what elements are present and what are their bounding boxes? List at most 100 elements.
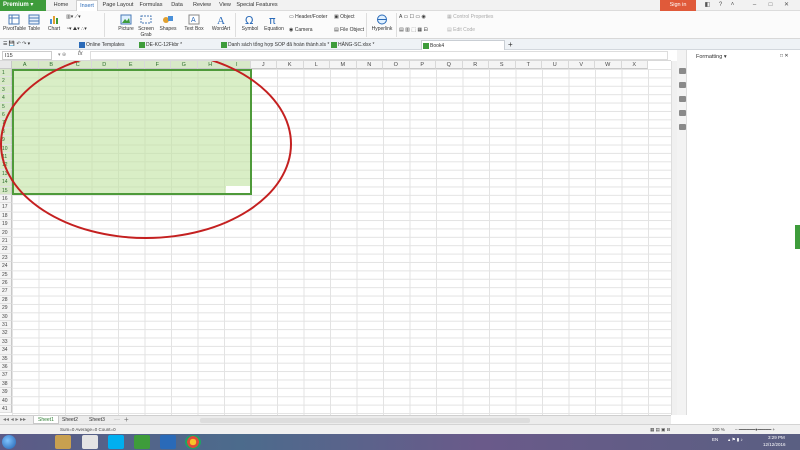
doc-tab-book4[interactable]: Book4 bbox=[421, 40, 505, 50]
row-header-36[interactable]: 36 bbox=[0, 363, 12, 372]
row-header-25[interactable]: 25 bbox=[0, 270, 12, 279]
shapes-button[interactable]: Shapes bbox=[158, 14, 178, 32]
camera-button[interactable]: ◉ Camera bbox=[289, 27, 313, 33]
sheet-more-button[interactable]: ··· bbox=[114, 416, 120, 424]
text-box-button[interactable]: A Text Box bbox=[183, 14, 205, 32]
row-header-20[interactable]: 20 bbox=[0, 228, 12, 237]
premium-menu-button[interactable]: Premium ▾ bbox=[0, 0, 46, 11]
row-header-1[interactable]: 1 bbox=[0, 69, 12, 78]
column-header-a[interactable]: A bbox=[12, 61, 39, 69]
row-header-29[interactable]: 29 bbox=[0, 304, 12, 313]
object-button[interactable]: ▣ Object bbox=[334, 14, 355, 20]
form-controls-row-2[interactable]: ▤ ▥ ⬚ ▦ ⊟ bbox=[399, 27, 428, 33]
row-header-34[interactable]: 34 bbox=[0, 346, 12, 355]
tab-formulas[interactable]: Formulas bbox=[138, 0, 164, 11]
column-header-p[interactable]: P bbox=[409, 61, 436, 69]
row-header-3[interactable]: 3 bbox=[0, 85, 12, 95]
tab-view[interactable]: View bbox=[216, 0, 234, 11]
maximize-icon[interactable]: □ bbox=[766, 1, 775, 10]
equation-button[interactable]: π Equation bbox=[263, 14, 285, 32]
row-header-21[interactable]: 21 bbox=[0, 237, 12, 246]
clock-time[interactable]: 3:29 PM bbox=[768, 435, 785, 440]
clock-date[interactable]: 12/12/2016 bbox=[763, 442, 786, 447]
fx-icon[interactable]: fx bbox=[78, 51, 83, 57]
column-header-q[interactable]: Q bbox=[436, 61, 463, 69]
row-header-41[interactable]: 41 bbox=[0, 405, 12, 414]
formula-tools[interactable]: ▾ ⊕ bbox=[58, 52, 66, 58]
row-header-22[interactable]: 22 bbox=[0, 245, 12, 254]
row-header-32[interactable]: 32 bbox=[0, 329, 12, 338]
column-header-u[interactable]: U bbox=[542, 61, 569, 69]
row-header-27[interactable]: 27 bbox=[0, 287, 12, 296]
tab-home[interactable]: Home bbox=[50, 0, 72, 11]
tray-icons[interactable]: ▴ ⚑ ▮ ♪ bbox=[728, 437, 743, 443]
chart-button[interactable]: Chart bbox=[47, 14, 61, 32]
row-header-23[interactable]: 23 bbox=[0, 253, 12, 263]
chevron-up-icon[interactable]: ˄ bbox=[728, 1, 737, 10]
row-header-40[interactable]: 40 bbox=[0, 396, 12, 405]
wps-writer-taskbar-icon[interactable] bbox=[160, 435, 176, 449]
row-header-17[interactable]: 17 bbox=[0, 203, 12, 212]
column-header-l[interactable]: L bbox=[303, 61, 330, 69]
chrome-taskbar-icon[interactable] bbox=[185, 435, 201, 449]
screen-grab-button[interactable]: Screen Grab bbox=[137, 14, 155, 38]
select-icon[interactable] bbox=[679, 82, 686, 88]
online-templates-tab[interactable]: Online Templates bbox=[78, 40, 138, 50]
horizontal-scrollbar[interactable] bbox=[200, 418, 530, 423]
formatting-icon[interactable] bbox=[679, 96, 686, 102]
column-header-n[interactable]: N bbox=[356, 61, 383, 69]
start-button[interactable] bbox=[2, 435, 16, 449]
skype-taskbar-icon[interactable] bbox=[108, 435, 124, 449]
picture-button[interactable]: Picture bbox=[117, 14, 135, 32]
header-footer-button[interactable]: ▭ Header/Footer bbox=[289, 14, 327, 20]
sheet-tab-sheet3[interactable]: Sheet3 bbox=[85, 416, 109, 424]
column-header-r[interactable]: R bbox=[462, 61, 489, 69]
row-header-4[interactable]: 4 bbox=[0, 94, 12, 103]
row-header-37[interactable]: 37 bbox=[0, 371, 12, 380]
properties-icon[interactable] bbox=[679, 68, 686, 74]
add-sheet-button[interactable]: + bbox=[124, 416, 129, 424]
column-header-o[interactable]: O bbox=[383, 61, 410, 69]
symbol-button[interactable]: Ω Symbol bbox=[240, 14, 260, 32]
row-header-19[interactable]: 19 bbox=[0, 220, 12, 229]
sheet-tab-sheet1[interactable]: Sheet1 bbox=[33, 416, 59, 424]
backup-icon[interactable] bbox=[679, 124, 686, 130]
file-object-button[interactable]: ▤ File Object bbox=[334, 27, 364, 33]
table-button[interactable]: Table bbox=[27, 14, 41, 32]
hyperlink-button[interactable]: Hyperlink bbox=[371, 14, 393, 32]
control-properties-button[interactable]: ▦ Control Properties bbox=[447, 14, 493, 20]
row-header-24[interactable]: 24 bbox=[0, 262, 12, 271]
row-header-15[interactable]: 15 bbox=[0, 186, 12, 195]
formula-input[interactable] bbox=[90, 51, 668, 60]
name-box[interactable]: I15 bbox=[2, 51, 52, 60]
row-header-2[interactable]: 2 bbox=[0, 77, 12, 86]
row-header-35[interactable]: 35 bbox=[0, 354, 12, 363]
sign-in-button[interactable]: Sign in bbox=[660, 0, 696, 11]
worksheet-grid[interactable]: ABCDEFGHIJKLMNOPQRSTUVWX 1 2 3 4 5 6 7 8 9 10 11 12… bbox=[0, 61, 671, 415]
sheet-tab-sheet2[interactable]: Sheet2 bbox=[58, 416, 82, 424]
form-controls-row-1[interactable]: A ▭ ☐ ▭ ◉ bbox=[399, 14, 426, 20]
row-header-28[interactable]: 28 bbox=[0, 295, 12, 305]
clipboard-icon[interactable] bbox=[679, 110, 686, 116]
row-header-18[interactable]: 18 bbox=[0, 211, 12, 221]
row-header-30[interactable]: 30 bbox=[0, 312, 12, 321]
view-mode-icons[interactable]: ▦ ▤ ▣ ⊟ bbox=[650, 427, 670, 433]
column-header-j[interactable]: J bbox=[250, 61, 277, 69]
wps-spreadsheet-taskbar-icon[interactable] bbox=[134, 435, 150, 449]
close-icon[interactable]: ✕ bbox=[782, 1, 791, 10]
zoom-level[interactable]: 100 % bbox=[712, 427, 725, 432]
row-header-39[interactable]: 39 bbox=[0, 388, 12, 397]
tab-data[interactable]: Data bbox=[168, 0, 186, 11]
edit-code-button[interactable]: ▤ Edit Code bbox=[447, 27, 475, 33]
zoom-slider[interactable]: – ━━━━━━●━━━━━ + bbox=[735, 427, 775, 433]
task-pane-title[interactable]: Formatting ▾ bbox=[696, 54, 727, 60]
row-header-16[interactable]: 16 bbox=[0, 195, 12, 204]
chart-types-row-1[interactable]: ▥▾ ⟋▾ bbox=[66, 14, 81, 20]
minimize-icon[interactable]: – bbox=[750, 1, 759, 10]
doc-tab-2[interactable]: Danh sách tổng hợp SOP đã hoàn thành.xls… bbox=[220, 40, 329, 50]
language-indicator[interactable]: EN bbox=[712, 437, 718, 442]
tab-review[interactable]: Review bbox=[190, 0, 214, 11]
skin-icon[interactable]: ◧ bbox=[703, 1, 712, 10]
help-icon[interactable]: ? bbox=[716, 1, 725, 10]
column-header-m[interactable]: M bbox=[330, 61, 357, 69]
